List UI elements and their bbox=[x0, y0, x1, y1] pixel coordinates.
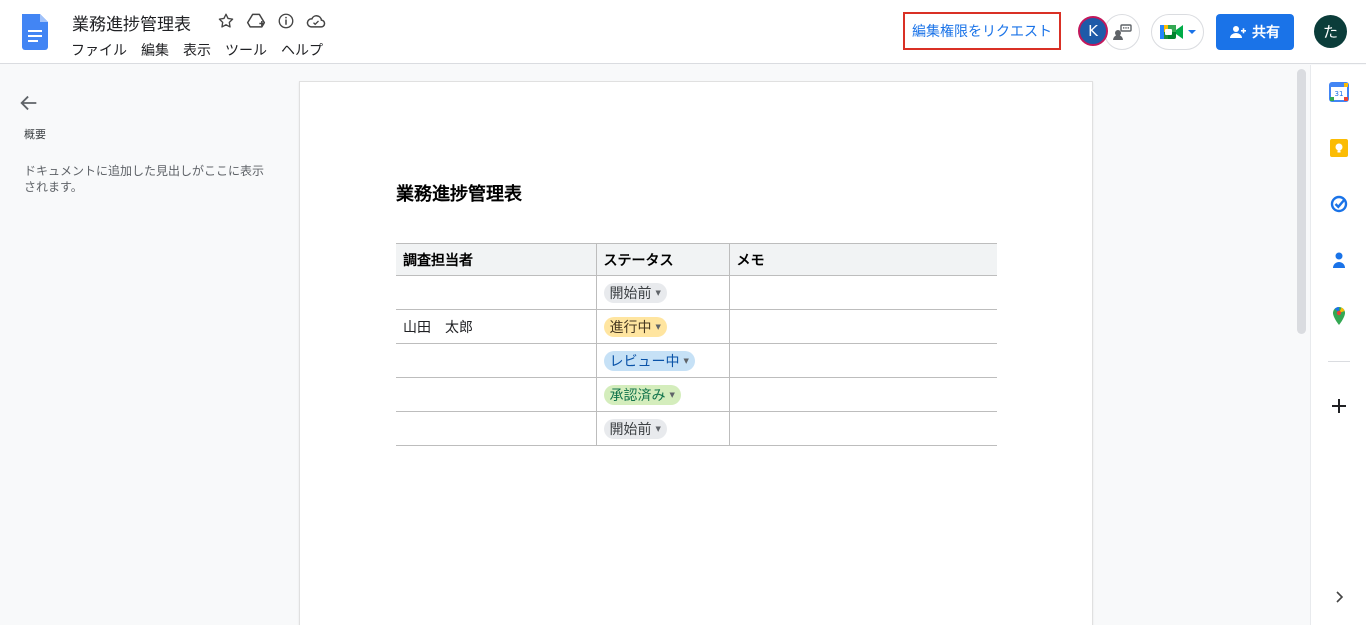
header-status[interactable]: ステータス bbox=[595, 243, 730, 276]
document-title[interactable]: 業務進捗管理表 bbox=[72, 10, 191, 35]
header-memo[interactable]: メモ bbox=[728, 243, 997, 276]
outline-empty-message: ドキュメントに追加した見出しがここに表示されます。 bbox=[24, 164, 265, 194]
chevron-down-icon bbox=[1187, 30, 1196, 34]
table-row: 承認済み ▼ bbox=[396, 377, 997, 412]
status-cell[interactable]: 開始前 ▼ bbox=[595, 275, 730, 310]
comment-history-button[interactable] bbox=[1104, 14, 1140, 50]
menu-help[interactable]: ヘルプ bbox=[281, 40, 323, 60]
add-addon-icon[interactable] bbox=[1329, 396, 1349, 416]
status-chip[interactable]: 開始前 ▼ bbox=[603, 418, 667, 439]
status-cell[interactable]: 開始前 ▼ bbox=[595, 411, 730, 446]
memo-cell[interactable] bbox=[728, 275, 997, 310]
tasks-icon[interactable] bbox=[1329, 194, 1349, 214]
document-page[interactable]: 業務進捗管理表 調査担当者 ステータス メモ 開始前 ▼ 山田 太郎 進行中 ▼ レ… bbox=[299, 81, 1093, 625]
side-panel-divider bbox=[1328, 361, 1350, 362]
document-heading[interactable]: 業務進捗管理表 bbox=[396, 180, 522, 206]
move-to-drive-icon[interactable] bbox=[246, 11, 266, 31]
scrollbar-thumb[interactable] bbox=[1297, 69, 1306, 334]
assignee-cell[interactable] bbox=[396, 343, 597, 378]
header-assignee[interactable]: 調査担当者 bbox=[396, 243, 597, 276]
menu-view[interactable]: 表示 bbox=[183, 40, 211, 60]
docs-logo-icon[interactable] bbox=[20, 14, 50, 50]
contacts-icon[interactable] bbox=[1329, 250, 1349, 270]
status-chip[interactable]: レビュー中 ▼ bbox=[603, 350, 695, 371]
status-cell[interactable]: レビュー中 ▼ bbox=[595, 343, 730, 378]
add-person-icon bbox=[1230, 26, 1246, 38]
table-row: 開始前 ▼ bbox=[396, 411, 997, 446]
status-cell[interactable]: 進行中 ▼ bbox=[595, 309, 730, 344]
assignee-cell[interactable] bbox=[396, 411, 597, 446]
status-chip-label: 進行中 bbox=[609, 319, 652, 336]
status-cell[interactable]: 承認済み ▼ bbox=[595, 377, 730, 412]
memo-cell[interactable] bbox=[728, 377, 997, 412]
meet-button[interactable] bbox=[1151, 14, 1204, 50]
table-row: レビュー中 ▼ bbox=[396, 343, 997, 378]
cloud-saved-icon[interactable] bbox=[306, 11, 326, 31]
share-label: 共有 bbox=[1252, 25, 1280, 41]
status-chip-label: 開始前 bbox=[609, 285, 652, 302]
memo-cell[interactable] bbox=[728, 309, 997, 344]
maps-icon[interactable] bbox=[1329, 306, 1349, 326]
keep-icon[interactable] bbox=[1329, 138, 1349, 158]
chip-dropdown-icon: ▼ bbox=[655, 322, 661, 331]
memo-cell[interactable] bbox=[728, 411, 997, 446]
status-chip[interactable]: 承認済み ▼ bbox=[603, 384, 681, 405]
table-row: 山田 太郎 進行中 ▼ bbox=[396, 309, 997, 344]
status-table[interactable]: 調査担当者 ステータス メモ 開始前▼ 山田 太郎 進行中▼ レビュー中▼ bbox=[396, 243, 997, 446]
expand-panel-icon[interactable] bbox=[1329, 587, 1349, 607]
comment-history-icon bbox=[1113, 24, 1132, 40]
status-chip[interactable]: 進行中 ▼ bbox=[603, 316, 667, 337]
chip-dropdown-icon: ▼ bbox=[683, 356, 689, 365]
star-icon[interactable] bbox=[216, 11, 236, 31]
status-chip-label: 開始前 bbox=[609, 421, 652, 438]
status-chip-label: レビュー中 bbox=[609, 353, 680, 370]
table-header-row: 調査担当者 ステータス メモ bbox=[396, 243, 997, 276]
collaborator-avatar[interactable]: K bbox=[1078, 16, 1108, 46]
outline-title: 概要 bbox=[24, 128, 46, 141]
status-chip[interactable]: 開始前 ▼ bbox=[603, 282, 667, 303]
request-edit-access-button[interactable]: 編集権限をリクエスト bbox=[903, 12, 1061, 50]
chip-dropdown-icon: ▼ bbox=[655, 288, 661, 297]
chip-dropdown-icon: ▼ bbox=[669, 390, 675, 399]
menu-bar: ファイル 編集 表示 ツール ヘルプ bbox=[71, 40, 323, 60]
menu-tools[interactable]: ツール bbox=[225, 40, 267, 60]
menu-file[interactable]: ファイル bbox=[71, 40, 127, 60]
info-icon[interactable] bbox=[276, 11, 296, 31]
table-row: 開始前 ▼ bbox=[396, 275, 997, 310]
calendar-icon[interactable]: 31 bbox=[1329, 82, 1349, 102]
assignee-cell[interactable] bbox=[396, 377, 597, 412]
account-avatar[interactable]: た bbox=[1314, 15, 1347, 48]
status-chip-label: 承認済み bbox=[609, 387, 666, 404]
menu-edit[interactable]: 編集 bbox=[141, 40, 169, 60]
memo-cell[interactable] bbox=[728, 343, 997, 378]
chip-dropdown-icon: ▼ bbox=[655, 424, 661, 433]
back-arrow-icon[interactable] bbox=[18, 92, 40, 114]
share-button[interactable]: 共有 bbox=[1216, 14, 1294, 50]
assignee-cell[interactable]: 山田 太郎 bbox=[396, 309, 597, 344]
svg-text:31: 31 bbox=[1335, 90, 1344, 98]
app-header: 業務進捗管理表 ファイル 編集 表示 ツール ヘルプ 編集権限をリクエスト K bbox=[0, 0, 1366, 64]
meet-icon bbox=[1159, 25, 1183, 39]
assignee-cell[interactable] bbox=[396, 275, 597, 310]
